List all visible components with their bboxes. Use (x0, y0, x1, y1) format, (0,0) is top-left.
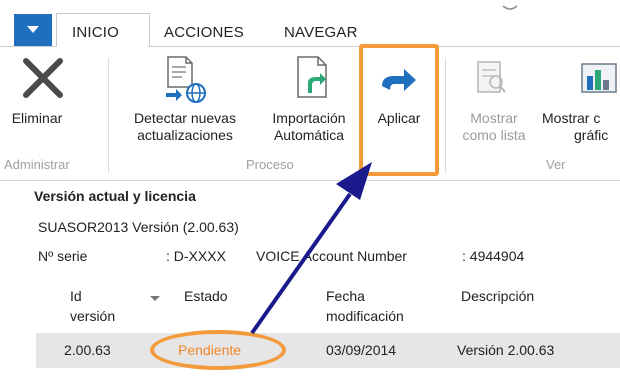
annotation-arrow-icon (250, 162, 372, 335)
